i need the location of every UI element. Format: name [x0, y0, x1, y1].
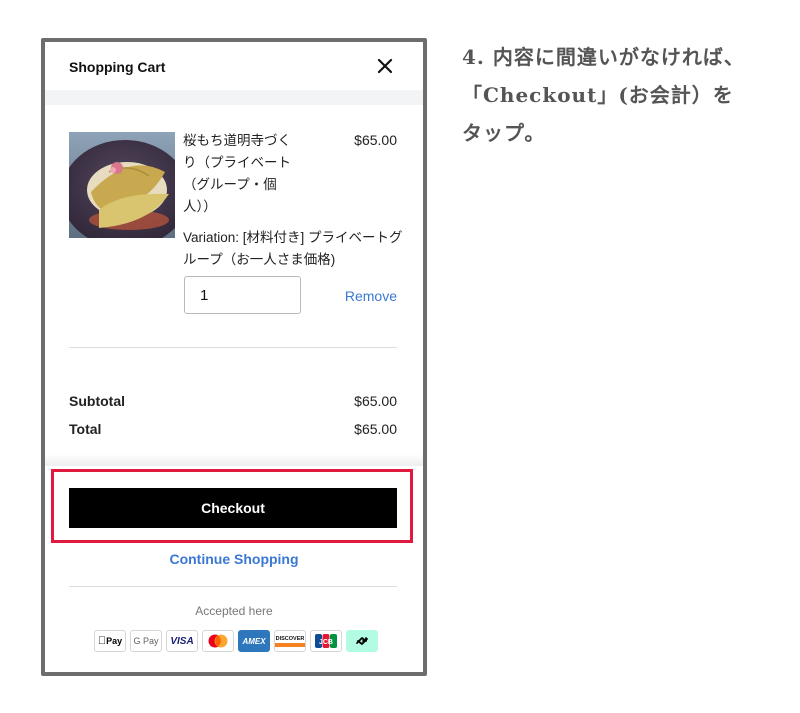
google-pay-icon: G Pay	[130, 630, 162, 652]
divider	[69, 347, 397, 348]
total-value: $65.00	[354, 421, 397, 437]
close-icon[interactable]	[373, 54, 397, 78]
subtotal-label: Subtotal	[69, 393, 125, 409]
payment-methods: Pay G Pay VISA AMEX DISCOVER	[94, 630, 378, 652]
product-name: 桜もち道明寺づくり（プライベート（グループ・個人））	[183, 133, 291, 214]
instruction-text: 4. 内容に間違いがなければ、 「Checkout」(お会計）を タップ。	[462, 38, 792, 152]
afterpay-icon	[346, 630, 378, 652]
cart-title: Shopping Cart	[69, 59, 166, 75]
product-image	[61, 132, 189, 248]
mastercard-icon	[202, 630, 234, 652]
product-price: $65.00	[354, 132, 397, 148]
jcb-icon: JCB	[310, 630, 342, 652]
instruction-line: 「Checkout」(お会計）を	[462, 83, 734, 107]
quantity-input[interactable]	[184, 276, 301, 314]
remove-link[interactable]: Remove	[337, 288, 397, 304]
amex-icon: AMEX	[238, 630, 270, 652]
instruction-line: 4. 内容に間違いがなければ、	[462, 45, 745, 69]
footer-shadow	[45, 454, 423, 466]
product-variation: Variation: [材料付き] プライベートグループ（お一人さま価格)	[183, 230, 403, 267]
header-band	[45, 90, 423, 105]
total-label: Total	[69, 421, 102, 437]
apple-pay-icon: Pay	[94, 630, 126, 652]
cart-header: Shopping Cart	[45, 42, 423, 90]
shopping-cart-panel: Shopping Cart 桜もち道明寺づくり（プライベート（グループ・個人））…	[41, 38, 427, 676]
visa-icon: VISA	[166, 630, 198, 652]
svg-text:JCB: JCB	[319, 639, 333, 646]
divider	[69, 586, 397, 587]
checkout-button[interactable]: Checkout	[69, 488, 397, 528]
continue-shopping-link[interactable]: Continue Shopping	[45, 551, 423, 567]
discover-icon: DISCOVER	[274, 630, 306, 652]
accepted-here-label: Accepted here	[195, 604, 273, 618]
instruction-line: タップ。	[462, 121, 546, 145]
subtotal-value: $65.00	[354, 393, 397, 409]
